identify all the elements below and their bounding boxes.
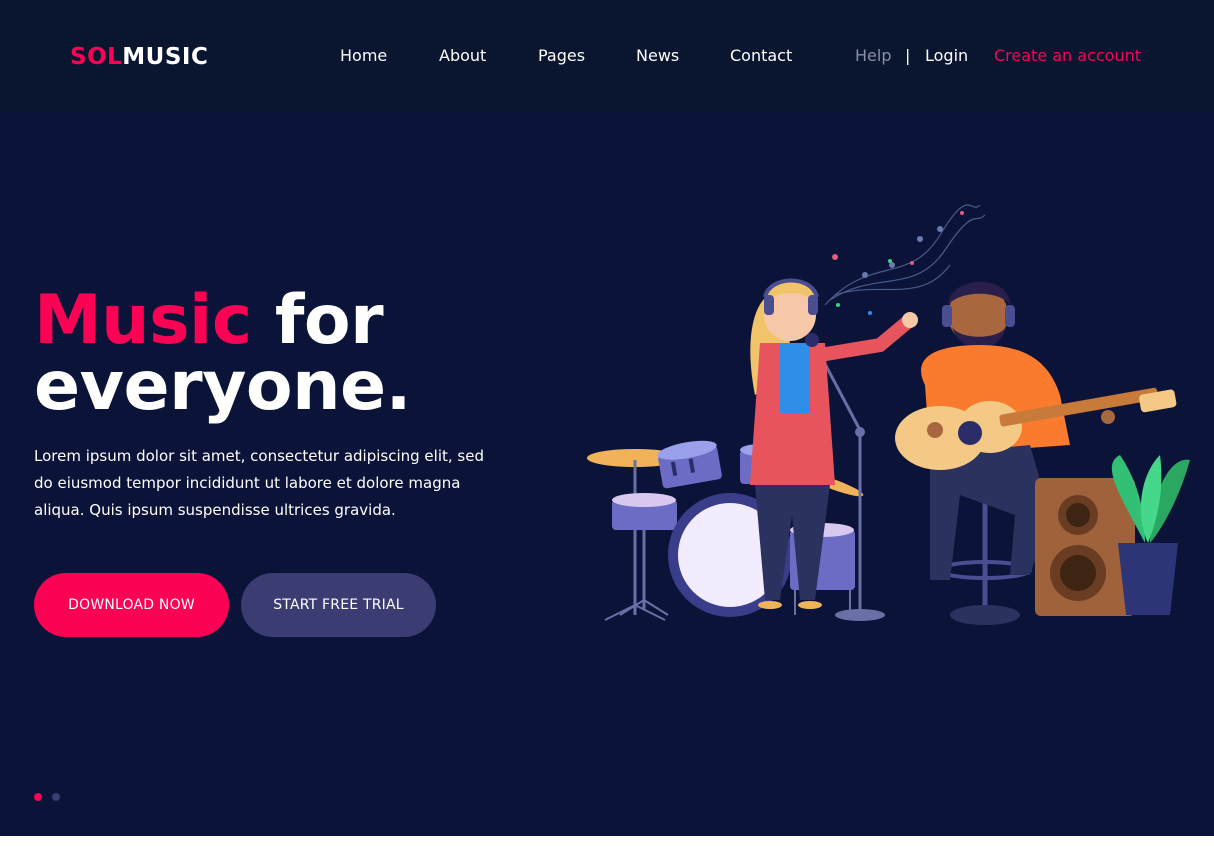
hero-title: Music for everyone. [34,287,412,421]
page: SOLMUSIC Home About Pages News Contact H… [0,0,1214,836]
nav-separator: | [905,46,911,65]
slider-dots [34,793,60,801]
music-band-illustration [587,204,1190,625]
login-link[interactable]: Login [925,46,968,65]
site-header: SOLMUSIC Home About Pages News Contact H… [0,0,1214,112]
slider-dot-1[interactable] [34,793,42,801]
nav-news[interactable]: News [636,46,679,65]
logo-sol: SOL [70,44,123,70]
hero-title-line2: everyone. [34,347,412,426]
logo[interactable]: SOLMUSIC [70,44,208,70]
hero-description: Lorem ipsum dolor sit amet, consectetur … [34,447,484,519]
download-now-button[interactable]: DOWNLOAD NOW [34,573,229,637]
nav-pages[interactable]: Pages [538,46,585,65]
start-free-trial-button[interactable]: START FREE TRIAL [241,573,436,637]
create-account-link[interactable]: Create an account [994,46,1141,65]
nav-contact[interactable]: Contact [730,46,792,65]
nav-home[interactable]: Home [340,46,387,65]
logo-music: MUSIC [122,44,209,70]
help-link[interactable]: Help [855,46,891,65]
nav-about[interactable]: About [439,46,486,65]
slider-dot-2[interactable] [52,793,60,801]
